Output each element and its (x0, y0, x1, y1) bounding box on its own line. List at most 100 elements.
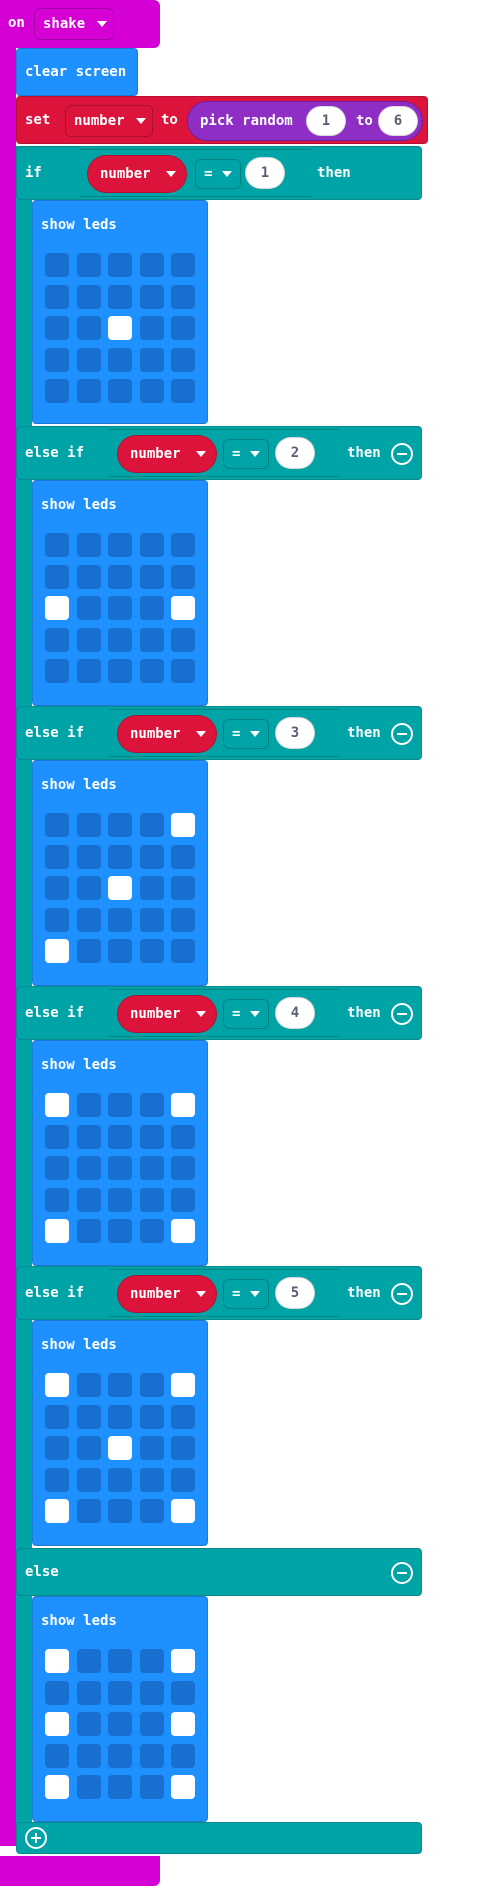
led-off[interactable] (139, 1093, 164, 1117)
clear-screen-block[interactable]: clear screen (16, 48, 138, 96)
led-off[interactable] (45, 1436, 69, 1460)
led-off[interactable] (139, 1499, 164, 1523)
led-off[interactable] (171, 284, 195, 309)
led-off[interactable] (139, 1124, 164, 1149)
else-if-row[interactable]: else if number = 2 then (16, 426, 422, 480)
led-on[interactable] (45, 939, 69, 963)
led-off[interactable] (171, 844, 195, 869)
compare-value-input[interactable]: 4 (275, 997, 315, 1029)
operator-dropdown[interactable]: = (195, 159, 241, 189)
show-leds-block[interactable]: show leds (32, 480, 208, 706)
operator-dropdown[interactable]: = (223, 999, 269, 1029)
led-off[interactable] (45, 379, 69, 403)
else-row[interactable]: else (16, 1548, 422, 1596)
led-off[interactable] (108, 1404, 132, 1429)
led-off[interactable] (108, 1649, 132, 1673)
led-off[interactable] (76, 907, 101, 932)
led-off[interactable] (139, 1743, 164, 1768)
led-on[interactable] (171, 1219, 195, 1243)
led-off[interactable] (45, 1156, 69, 1180)
led-off[interactable] (45, 627, 69, 652)
led-off[interactable] (76, 939, 101, 963)
variable-dropdown[interactable]: number (65, 105, 153, 137)
led-on[interactable] (171, 1093, 195, 1117)
led-off[interactable] (139, 379, 164, 403)
led-off[interactable] (108, 844, 132, 869)
led-off[interactable] (76, 253, 101, 277)
led-off[interactable] (76, 316, 101, 340)
led-off[interactable] (171, 1404, 195, 1429)
operator-dropdown[interactable]: = (223, 1279, 269, 1309)
led-off[interactable] (45, 1124, 69, 1149)
led-off[interactable] (139, 1436, 164, 1460)
led-off[interactable] (45, 347, 69, 372)
led-on[interactable] (171, 1373, 195, 1397)
led-off[interactable] (45, 813, 69, 837)
number-reporter[interactable]: number (87, 155, 187, 193)
led-off[interactable] (139, 1373, 164, 1397)
led-off[interactable] (76, 1467, 101, 1492)
led-off[interactable] (76, 1093, 101, 1117)
led-off[interactable] (45, 1467, 69, 1492)
led-off[interactable] (108, 1124, 132, 1149)
operator-dropdown[interactable]: = (223, 439, 269, 469)
led-off[interactable] (108, 1775, 132, 1799)
led-off[interactable] (76, 379, 101, 403)
led-off[interactable] (45, 1743, 69, 1768)
led-off[interactable] (171, 379, 195, 403)
led-off[interactable] (139, 844, 164, 869)
led-off[interactable] (45, 564, 69, 589)
led-on[interactable] (171, 1775, 195, 1799)
led-off[interactable] (139, 659, 164, 683)
show-leds-block[interactable]: show leds (32, 1040, 208, 1266)
led-off[interactable] (45, 253, 69, 277)
led-on[interactable] (108, 316, 132, 340)
led-off[interactable] (45, 533, 69, 557)
led-off[interactable] (171, 659, 195, 683)
led-off[interactable] (139, 939, 164, 963)
number-reporter[interactable]: number (117, 715, 217, 753)
led-on[interactable] (45, 596, 69, 620)
led-off[interactable] (108, 1743, 132, 1768)
led-on[interactable] (108, 1436, 132, 1460)
led-off[interactable] (108, 939, 132, 963)
led-off[interactable] (76, 627, 101, 652)
compare-value-input[interactable]: 2 (275, 437, 315, 469)
led-off[interactable] (108, 1156, 132, 1180)
else-if-row[interactable]: else if number = 5 then (16, 1266, 422, 1320)
led-off[interactable] (76, 1775, 101, 1799)
led-off[interactable] (139, 533, 164, 557)
led-off[interactable] (76, 1404, 101, 1429)
led-off[interactable] (139, 253, 164, 277)
led-off[interactable] (108, 1499, 132, 1523)
led-off[interactable] (171, 253, 195, 277)
led-on[interactable] (45, 1373, 69, 1397)
on-shake-block[interactable]: on shake (0, 0, 160, 48)
led-on[interactable] (45, 1775, 69, 1799)
led-off[interactable] (76, 1219, 101, 1243)
led-off[interactable] (108, 1712, 132, 1736)
led-on[interactable] (45, 1712, 69, 1736)
show-leds-block[interactable]: show leds (32, 1320, 208, 1546)
led-off[interactable] (76, 347, 101, 372)
led-off[interactable] (76, 1499, 101, 1523)
if-row[interactable]: if number = 1 then (16, 146, 422, 200)
led-off[interactable] (171, 564, 195, 589)
random-min-input[interactable]: 1 (306, 106, 346, 136)
led-on[interactable] (171, 1649, 195, 1673)
led-off[interactable] (76, 1373, 101, 1397)
led-on[interactable] (108, 876, 132, 900)
show-leds-block[interactable]: show leds (32, 1596, 208, 1822)
led-on[interactable] (45, 1499, 69, 1523)
led-off[interactable] (45, 316, 69, 340)
led-off[interactable] (139, 1467, 164, 1492)
led-off[interactable] (139, 1156, 164, 1180)
show-leds-block[interactable]: show leds (32, 200, 208, 424)
led-off[interactable] (108, 347, 132, 372)
led-off[interactable] (171, 316, 195, 340)
led-on[interactable] (171, 1499, 195, 1523)
number-reporter[interactable]: number (117, 995, 217, 1033)
led-off[interactable] (171, 939, 195, 963)
led-off[interactable] (76, 844, 101, 869)
led-off[interactable] (171, 1467, 195, 1492)
